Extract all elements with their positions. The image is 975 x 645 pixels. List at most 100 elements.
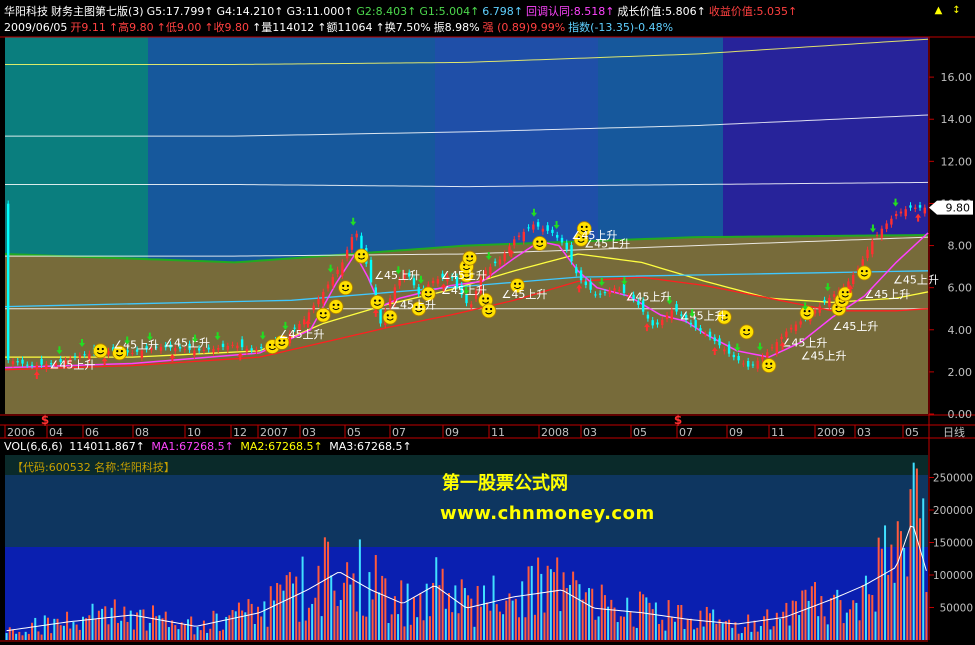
candle-body <box>603 292 607 294</box>
volume-bar <box>304 620 307 640</box>
y-tick-label: 12.00 <box>941 155 973 168</box>
volume-bar <box>661 619 664 640</box>
volume-bar <box>743 626 746 640</box>
volume-bar <box>483 585 486 640</box>
volume-bar <box>180 622 183 640</box>
candle-body <box>871 241 874 255</box>
volume-bar <box>333 590 336 640</box>
volume-bar <box>880 548 883 640</box>
volume-bar <box>546 565 549 640</box>
volume-bar <box>511 600 514 640</box>
candle-body <box>885 223 888 229</box>
volume-bar <box>327 541 330 640</box>
volume-bar <box>553 572 556 640</box>
candle-body <box>708 331 712 338</box>
volume-bar <box>177 629 180 640</box>
candle-body <box>799 321 802 325</box>
volume-bar <box>381 575 384 640</box>
header-row-1-item: G1:5.004↑ <box>419 5 480 18</box>
candle-body <box>322 291 325 304</box>
volume-bar <box>171 620 174 640</box>
candle-body <box>746 361 750 367</box>
volume-bar <box>572 571 575 640</box>
volume-bar <box>807 600 810 640</box>
candle-body <box>489 266 492 275</box>
volume-bar <box>158 615 161 640</box>
main-chart[interactable]: ∠45上升∠45上升 ∠45上升∠45上升∠45上升∠45上升∠45上升∠45上升… <box>0 0 975 645</box>
candle-body <box>221 343 225 347</box>
volume-bar <box>126 621 129 640</box>
header-row-1-item: 6.798↑ <box>482 5 523 18</box>
volume-bar <box>855 602 858 640</box>
volume-bar <box>5 633 8 640</box>
x-tick-label: 2009 <box>817 426 845 439</box>
volume-bar <box>412 597 415 640</box>
volume-bar <box>190 616 193 640</box>
pattern-annotation: ∠45上升 <box>801 349 847 362</box>
volume-bar <box>56 618 59 640</box>
volume-bar <box>390 614 393 640</box>
candle-body <box>236 345 239 349</box>
volume-bar <box>759 625 762 640</box>
volume-bar <box>680 604 683 640</box>
volume-bar <box>871 595 874 640</box>
volume-y-tick-label: 250000 <box>933 473 973 485</box>
volume-bar <box>463 588 466 640</box>
volume-bar <box>97 610 100 640</box>
volume-bar <box>307 607 310 640</box>
volume-bar <box>915 468 918 640</box>
candle-body <box>584 281 588 286</box>
volume-bar <box>91 603 94 640</box>
volume-bar <box>53 618 56 640</box>
candle-body <box>904 209 907 217</box>
x-tick-label: 2006 <box>7 426 35 439</box>
volume-bar <box>839 600 842 640</box>
x-tick-label: 07 <box>679 426 693 439</box>
header-row-2-item: 2009/06/05 <box>4 21 68 34</box>
candle-body <box>250 348 253 351</box>
smiley-marker <box>532 236 548 251</box>
volume-bar <box>467 595 470 640</box>
candle-body <box>618 289 621 291</box>
candle-body <box>598 293 602 295</box>
candle-body <box>417 287 420 294</box>
volume-bar <box>244 612 247 640</box>
volume-bar <box>476 585 479 640</box>
x-tick-label: 03 <box>302 426 316 439</box>
x-tick-label: 05 <box>905 426 919 439</box>
expand-button[interactable]: ↕ <box>950 5 963 18</box>
candle-body <box>522 231 525 242</box>
volume-bar <box>861 585 864 640</box>
candle-body <box>326 284 330 289</box>
candle-body <box>83 354 86 356</box>
x-tick-label: 09 <box>729 426 743 439</box>
volume-bar <box>320 616 323 640</box>
volume-bar <box>116 622 119 640</box>
candle-body <box>770 347 774 349</box>
x-tick-label: 05 <box>347 426 361 439</box>
volume-bar <box>514 598 517 640</box>
volume-bar <box>689 618 692 640</box>
pattern-annotation: ∠45上升 <box>164 337 210 350</box>
volume-bar <box>559 611 562 640</box>
volume-bar <box>46 617 49 640</box>
candle-body <box>546 225 549 231</box>
candle-body <box>436 279 440 284</box>
volume-bar <box>330 575 333 640</box>
collapse-button[interactable]: ▲ <box>932 5 945 18</box>
volume-bar <box>715 623 718 640</box>
candle-body <box>331 277 335 286</box>
x-tick-label: 11 <box>491 426 505 439</box>
volume-bar <box>457 613 460 640</box>
header-row-1-item: 财务主图第七版(3) <box>51 5 144 18</box>
volume-bar <box>161 618 164 640</box>
volume-bar <box>15 633 18 640</box>
volume-bar <box>775 612 778 640</box>
candle-body <box>656 322 659 325</box>
header-row-1-item: 华阳科技 <box>4 5 48 18</box>
volume-bar <box>222 629 225 640</box>
header-row-1-item: G3:11.000↑ <box>286 5 354 18</box>
volume-bar <box>406 583 409 640</box>
volume-bar <box>66 611 69 640</box>
volume-bar <box>842 623 845 640</box>
